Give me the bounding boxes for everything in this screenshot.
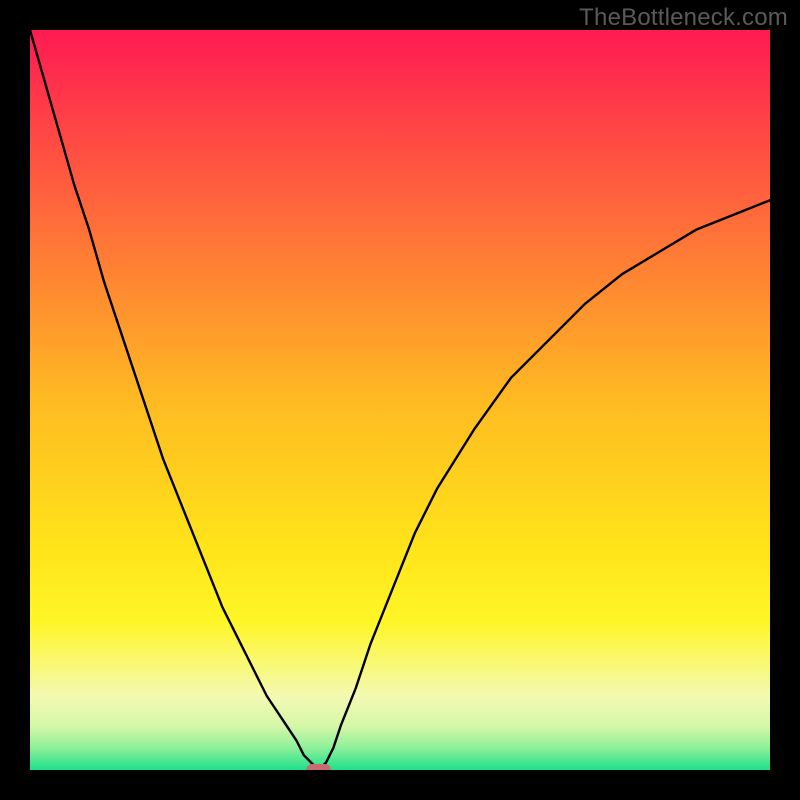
plot-area <box>30 30 770 770</box>
optimal-marker <box>307 764 331 770</box>
watermark-text: TheBottleneck.com <box>579 4 788 32</box>
chart-svg <box>30 30 770 770</box>
chart-frame: TheBottleneck.com <box>0 0 800 800</box>
background-gradient-rect <box>30 30 770 770</box>
